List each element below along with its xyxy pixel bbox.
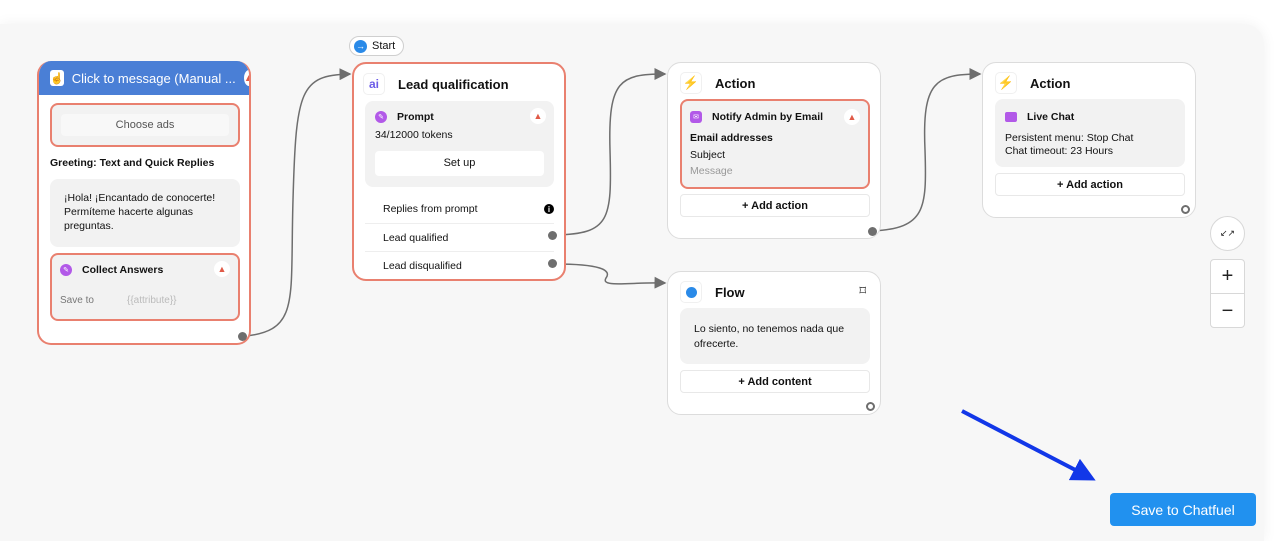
start-badge: → Start: [349, 36, 405, 56]
node-title: Lead qualification: [398, 76, 509, 92]
node-title: Click to message (Manual ...: [71, 70, 236, 86]
node-action-email[interactable]: ⚡ Action ✉ Notify Admin by Email ▲ Email…: [667, 62, 881, 239]
collapse-arrows-icon: ↙↗: [1219, 228, 1236, 238]
subject-field: Subject: [690, 149, 726, 161]
reply-row[interactable]: Replies from prompt i: [365, 195, 554, 224]
save-to-chatfuel-button[interactable]: Save to Chatfuel: [1110, 493, 1256, 526]
save-to-attribute-field[interactable]: {{attribute}}: [127, 295, 177, 306]
pencil-icon: ✎: [375, 111, 387, 123]
message-field: Message: [690, 165, 733, 177]
reply-label: Replies from prompt: [383, 203, 478, 215]
prompt-title: Prompt: [397, 111, 434, 123]
flow-text-bubble[interactable]: Lo siento, no tenemos nada que ofrecerte…: [680, 308, 870, 364]
prompt-block[interactable]: ✎ Prompt ▲ 34/12000 tokens Set up: [365, 101, 554, 187]
hand-pointer-icon: ☝: [50, 70, 64, 86]
plus-icon: +: [1221, 265, 1234, 287]
flow-text: Lo siento, no tenemos nada que ofrecerte…: [694, 323, 845, 350]
output-port-lead-qualified[interactable]: [548, 231, 557, 240]
email-addresses-field: Email addresses: [690, 132, 773, 144]
node-header: ☝ Click to message (Manual ... ▲: [39, 61, 249, 95]
node-title: Flow: [715, 284, 745, 300]
persistent-menu-text: Persistent menu: Stop Chat: [1005, 132, 1134, 144]
warning-icon[interactable]: ▲: [243, 70, 249, 86]
node-click-to-message[interactable]: ☝ Click to message (Manual ... ▲ Choose …: [37, 61, 251, 345]
chat-bubble-icon: [1005, 112, 1017, 122]
output-port[interactable]: [1181, 205, 1190, 214]
add-action-button[interactable]: + Add action: [995, 173, 1185, 196]
card-title: Notify Admin by Email: [712, 111, 824, 123]
choose-ads-button[interactable]: Choose ads: [61, 114, 229, 136]
node-title: Action: [715, 75, 756, 91]
info-icon[interactable]: i: [544, 204, 554, 214]
live-chat-card[interactable]: Live Chat Persistent menu: Stop Chat Cha…: [995, 99, 1185, 167]
prompt-tokens: 34/12000 tokens: [375, 129, 453, 141]
output-port[interactable]: [866, 402, 875, 411]
minus-icon: −: [1221, 299, 1234, 322]
greeting-text: ¡Hola! ¡Encantado de conocerte! Permítem…: [64, 192, 216, 233]
collect-title: Collect Answers: [82, 264, 164, 276]
reply-label: Lead disqualified: [383, 260, 462, 272]
reply-label: Lead qualified: [383, 231, 449, 244]
warning-icon[interactable]: ▲: [530, 108, 546, 124]
zoom-out-button[interactable]: −: [1211, 294, 1244, 328]
zoom-control-group: + −: [1210, 259, 1245, 328]
output-port[interactable]: [868, 227, 877, 236]
chat-timeout-text: Chat timeout: 23 Hours: [1005, 145, 1113, 157]
node-action-live-chat[interactable]: ⚡ Action Live Chat Persistent menu: Stop…: [982, 62, 1196, 218]
arrow-right-icon: →: [354, 39, 367, 53]
lightning-icon: ⚡: [995, 72, 1017, 94]
reply-row[interactable]: Lead disqualified: [365, 252, 554, 280]
notify-admin-card[interactable]: ✉ Notify Admin by Email ▲ Email addresse…: [680, 99, 870, 189]
collect-answers-block[interactable]: ✎ Collect Answers ▲ Save to {{attribute}…: [50, 253, 240, 321]
fit-view-button[interactable]: ↙↗: [1210, 216, 1245, 251]
add-content-button[interactable]: + Add content: [680, 370, 870, 393]
pencil-icon: ✎: [60, 264, 72, 276]
choose-ads-block: Choose ads: [50, 103, 240, 147]
warning-icon[interactable]: ▲: [844, 109, 860, 125]
ai-icon: ai: [363, 73, 385, 95]
card-title: Live Chat: [1027, 111, 1075, 123]
node-flow[interactable]: Flow ⌑ Lo siento, no tenemos nada que of…: [667, 271, 881, 415]
envelope-icon: ✉: [690, 111, 702, 123]
start-label: Start: [372, 40, 396, 52]
reply-row[interactable]: Lead qualified: [365, 224, 554, 252]
setup-button[interactable]: Set up: [375, 151, 544, 176]
output-port[interactable]: [238, 332, 247, 341]
add-action-button[interactable]: + Add action: [680, 194, 870, 217]
node-lead-qualification[interactable]: ai Lead qualification ✎ Prompt ▲ 34/1200…: [352, 62, 566, 281]
zoom-in-button[interactable]: +: [1211, 260, 1244, 294]
warning-icon[interactable]: ▲: [214, 261, 230, 277]
flow-dot-icon: [680, 281, 702, 303]
tag-icon[interactable]: ⌑: [859, 283, 866, 299]
greeting-text-bubble[interactable]: ¡Hola! ¡Encantado de conocerte! Permítem…: [50, 179, 240, 247]
greeting-label: Greeting: Text and Quick Replies: [50, 157, 215, 169]
lightning-icon: ⚡: [680, 72, 702, 94]
save-to-label: Save to: [60, 295, 94, 306]
node-title: Action: [1030, 75, 1071, 91]
output-port-lead-disqualified[interactable]: [548, 259, 557, 268]
